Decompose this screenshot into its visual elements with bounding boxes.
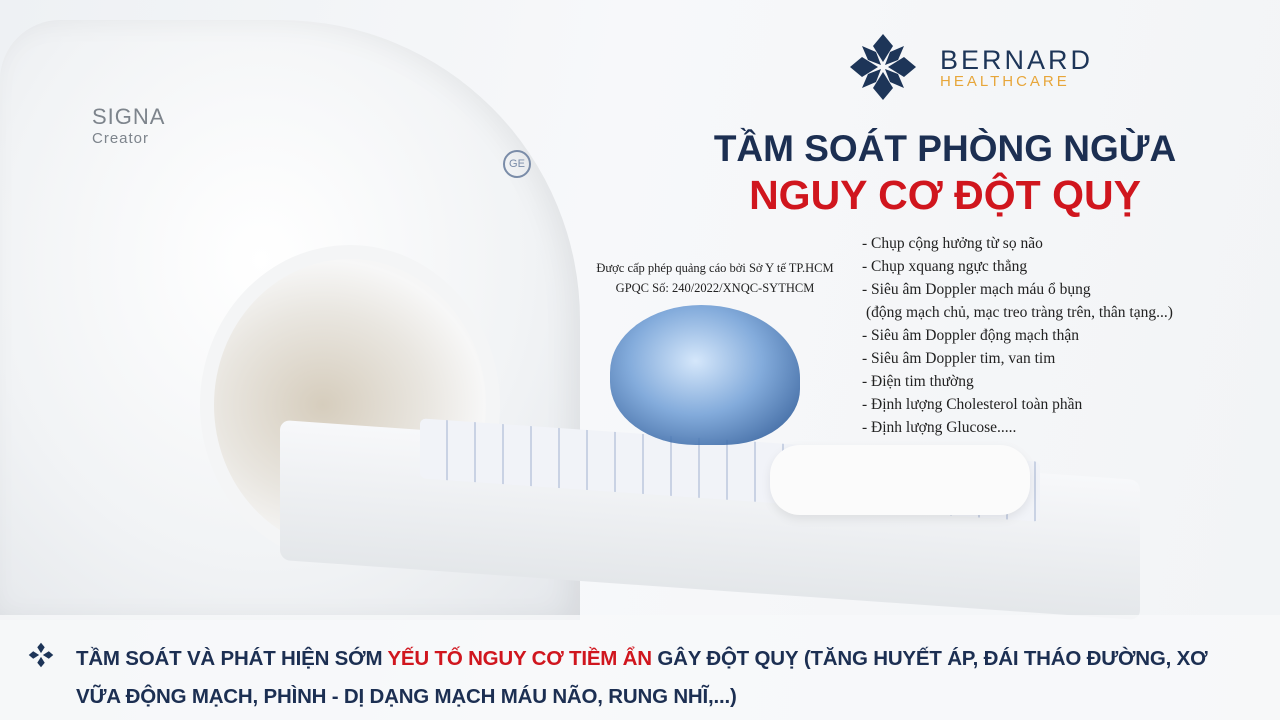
- headline-line2: NGUY CƠ ĐỘT QUỴ: [749, 172, 1141, 218]
- license-notice: Được cấp phép quảng cáo bởi Sở Y tế TP.H…: [596, 261, 834, 295]
- bottom-tagline: TẦM SOÁT VÀ PHÁT HIỆN SỚM YẾU TỐ NGUY CƠ…: [76, 647, 1208, 708]
- highlight-text: YẾU TỐ NGUY CƠ TIỀM ẨN: [387, 647, 652, 670]
- list-item: - Định lượng Cholesterol toàn phần: [862, 396, 1083, 413]
- list-item: - Điện tim thường: [862, 373, 974, 390]
- ge-logo: GE: [503, 150, 531, 178]
- services-list: - Chụp cộng hưởng từ sọ não - Chụp xquan…: [862, 232, 1173, 439]
- list-item: - Định lượng Glucose.....: [862, 419, 1017, 436]
- list-item: (động mạch chủ, mạc treo tràng trên, thâ…: [866, 304, 1173, 321]
- towel: [770, 445, 1030, 515]
- brain-image: [610, 305, 800, 445]
- brand-wordmark: BERNARD HEALTHCARE: [940, 45, 1094, 90]
- headline-line1: TẦM SOÁT PHÒNG NGỪA: [713, 128, 1177, 169]
- list-item: - Siêu âm Doppler tim, van tim: [862, 350, 1056, 367]
- bernard-logo-icon: [850, 34, 916, 100]
- list-item: - Siêu âm Doppler động mạch thận: [862, 327, 1079, 344]
- bullet-logo-icon: [28, 642, 54, 668]
- list-item: - Chụp xquang ngực thẳng: [862, 258, 1028, 275]
- machine-model: SIGNA Creator: [92, 104, 166, 148]
- list-item: - Chụp cộng hưởng từ sọ não: [862, 235, 1043, 252]
- list-item: - Siêu âm Doppler mạch máu ổ bụng: [862, 281, 1091, 298]
